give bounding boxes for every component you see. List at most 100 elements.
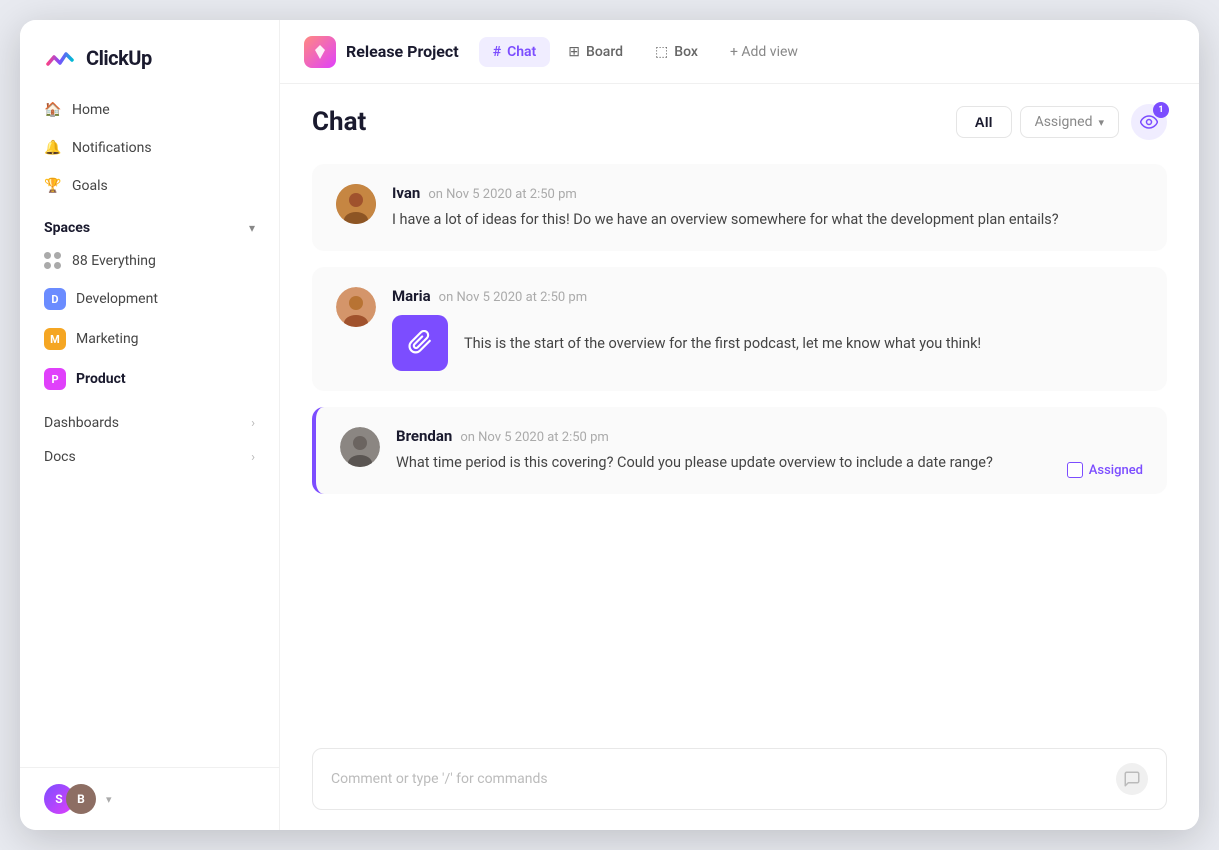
message-brendan-time: on Nov 5 2020 at 2:50 pm bbox=[460, 430, 608, 445]
space-product-label: Product bbox=[76, 371, 126, 387]
chevron-right-dashboards-icon: › bbox=[251, 416, 255, 431]
sidebar-item-docs[interactable]: Docs › bbox=[32, 440, 267, 474]
space-development-label: Development bbox=[76, 291, 158, 307]
message-ivan-body: Ivan on Nov 5 2020 at 2:50 pm I have a l… bbox=[392, 184, 1143, 231]
assigned-tag: Assigned bbox=[1067, 462, 1143, 478]
attachment-file-icon[interactable] bbox=[392, 315, 448, 371]
spaces-title: Spaces bbox=[44, 220, 90, 236]
space-everything-label: 88 Everything bbox=[72, 253, 156, 269]
project-icon bbox=[304, 36, 336, 68]
add-view-button[interactable]: + Add view bbox=[716, 37, 812, 67]
chevron-down-icon[interactable]: ▾ bbox=[249, 221, 255, 235]
topbar: Release Project # Chat ⊞ Board ⬚ Box + A… bbox=[280, 20, 1199, 84]
sidebar-item-development[interactable]: D Development bbox=[32, 280, 267, 318]
sidebar: ClickUp 🏠 Home 🔔 Notifications 🏆 Goals S… bbox=[20, 20, 280, 830]
chevron-right-docs-icon: › bbox=[251, 450, 255, 465]
avatar-user-b: B bbox=[66, 784, 96, 814]
sidebar-item-everything[interactable]: 88 Everything bbox=[32, 244, 267, 278]
message-ivan-author: Ivan bbox=[392, 184, 420, 202]
message-brendan-meta: Brendan on Nov 5 2020 at 2:50 pm bbox=[396, 427, 1143, 445]
filter-all-button[interactable]: All bbox=[956, 106, 1012, 138]
tab-board[interactable]: ⊞ Board bbox=[554, 37, 637, 67]
speech-bubble-icon bbox=[1123, 770, 1141, 788]
messages-list: Ivan on Nov 5 2020 at 2:50 pm I have a l… bbox=[280, 156, 1199, 736]
chevron-assigned-icon: ▾ bbox=[1098, 116, 1104, 129]
development-badge: D bbox=[44, 288, 66, 310]
chat-title: Chat bbox=[312, 107, 366, 137]
spaces-list: 88 Everything D Development M Marketing … bbox=[20, 244, 279, 398]
message-ivan: Ivan on Nov 5 2020 at 2:50 pm I have a l… bbox=[312, 164, 1167, 251]
board-icon: ⊞ bbox=[568, 44, 580, 60]
project-title: Release Project bbox=[346, 42, 459, 61]
sidebar-footer: S B ▾ bbox=[20, 767, 279, 830]
expandable-items: Dashboards › Docs › bbox=[20, 406, 279, 474]
user-avatars: S B bbox=[44, 784, 96, 814]
message-maria-time: on Nov 5 2020 at 2:50 pm bbox=[439, 290, 587, 305]
watch-button[interactable]: 1 bbox=[1131, 104, 1167, 140]
sidebar-item-dashboards[interactable]: Dashboards › bbox=[32, 406, 267, 440]
watch-badge: 1 bbox=[1153, 102, 1169, 118]
comment-bar: Comment or type '/' for commands bbox=[280, 736, 1199, 830]
sidebar-item-product[interactable]: P Product bbox=[32, 360, 267, 398]
message-brendan-text: What time period is this covering? Could… bbox=[396, 451, 1143, 474]
message-brendan: Brendan on Nov 5 2020 at 2:50 pm What ti… bbox=[312, 407, 1167, 494]
bell-icon: 🔔 bbox=[44, 139, 62, 157]
avatar-brendan bbox=[340, 427, 380, 467]
message-maria-text: This is the start of the overview for th… bbox=[464, 332, 981, 355]
tab-bar: # Chat ⊞ Board ⬚ Box + Add view bbox=[479, 37, 1175, 67]
hash-icon: # bbox=[493, 44, 501, 60]
sidebar-item-notifications-label: Notifications bbox=[72, 140, 152, 156]
sidebar-item-goals-label: Goals bbox=[72, 178, 108, 194]
eye-icon bbox=[1140, 115, 1158, 129]
avatar-ivan bbox=[336, 184, 376, 224]
assigned-filter-label: Assigned bbox=[1035, 114, 1093, 130]
comment-placeholder: Comment or type '/' for commands bbox=[331, 771, 548, 787]
marketing-badge: M bbox=[44, 328, 66, 350]
tab-box[interactable]: ⬚ Box bbox=[641, 37, 712, 67]
paperclip-icon bbox=[407, 330, 433, 356]
sidebar-item-goals[interactable]: 🏆 Goals bbox=[32, 168, 267, 204]
sidebar-item-marketing[interactable]: M Marketing bbox=[32, 320, 267, 358]
docs-label: Docs bbox=[44, 449, 76, 465]
attachment-box: This is the start of the overview for th… bbox=[392, 315, 1143, 371]
dashboards-label: Dashboards bbox=[44, 415, 119, 431]
trophy-icon: 🏆 bbox=[44, 177, 62, 195]
chat-header: Chat All Assigned ▾ 1 bbox=[280, 84, 1199, 156]
avatar-maria bbox=[336, 287, 376, 327]
message-ivan-meta: Ivan on Nov 5 2020 at 2:50 pm bbox=[392, 184, 1143, 202]
product-badge: P bbox=[44, 368, 66, 390]
filter-assigned-button[interactable]: Assigned ▾ bbox=[1020, 106, 1119, 138]
message-brendan-body: Brendan on Nov 5 2020 at 2:50 pm What ti… bbox=[396, 427, 1143, 474]
assigned-label: Assigned bbox=[1089, 463, 1143, 478]
message-maria-author: Maria bbox=[392, 287, 431, 305]
tab-chat[interactable]: # Chat bbox=[479, 37, 551, 67]
message-maria-body: Maria on Nov 5 2020 at 2:50 pm This is t… bbox=[392, 287, 1143, 371]
logo-area: ClickUp bbox=[20, 20, 279, 92]
main-nav: 🏠 Home 🔔 Notifications 🏆 Goals bbox=[20, 92, 279, 204]
tab-box-label: Box bbox=[674, 44, 698, 60]
chat-filters: All Assigned ▾ bbox=[956, 106, 1119, 138]
send-message-icon[interactable] bbox=[1116, 763, 1148, 795]
sidebar-item-notifications[interactable]: 🔔 Notifications bbox=[32, 130, 267, 166]
chat-area: Chat All Assigned ▾ 1 bbox=[280, 84, 1199, 830]
tab-chat-label: Chat bbox=[507, 44, 536, 60]
clickup-logo-icon bbox=[44, 42, 76, 74]
assigned-checkbox[interactable] bbox=[1067, 462, 1083, 478]
message-maria: Maria on Nov 5 2020 at 2:50 pm This is t… bbox=[312, 267, 1167, 391]
user-dropdown-arrow[interactable]: ▾ bbox=[106, 793, 112, 806]
tab-board-label: Board bbox=[586, 44, 623, 60]
spaces-section-header: Spaces ▾ bbox=[20, 204, 279, 244]
sidebar-item-home[interactable]: 🏠 Home bbox=[32, 92, 267, 128]
message-brendan-author: Brendan bbox=[396, 427, 452, 445]
comment-input-area[interactable]: Comment or type '/' for commands bbox=[312, 748, 1167, 810]
everything-icon bbox=[44, 252, 62, 270]
sidebar-item-home-label: Home bbox=[72, 102, 110, 118]
add-view-label: + Add view bbox=[730, 44, 798, 60]
main-content: Release Project # Chat ⊞ Board ⬚ Box + A… bbox=[280, 20, 1199, 830]
message-ivan-text: I have a lot of ideas for this! Do we ha… bbox=[392, 208, 1143, 231]
brand-name: ClickUp bbox=[86, 46, 152, 70]
home-icon: 🏠 bbox=[44, 101, 62, 119]
space-marketing-label: Marketing bbox=[76, 331, 139, 347]
message-ivan-time: on Nov 5 2020 at 2:50 pm bbox=[428, 187, 576, 202]
box-icon: ⬚ bbox=[655, 44, 668, 60]
